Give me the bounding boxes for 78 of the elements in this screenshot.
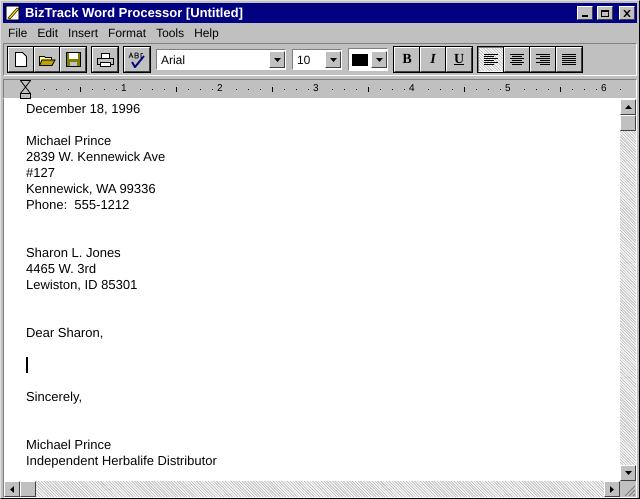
align-left-button[interactable] bbox=[478, 47, 504, 72]
document-line: Phone: 555-1212 bbox=[26, 197, 130, 213]
menu-item[interactable]: Help bbox=[189, 24, 224, 42]
notepad-icon bbox=[5, 5, 21, 21]
down-arrow-icon bbox=[624, 471, 632, 475]
menu-item[interactable]: Format bbox=[103, 24, 152, 42]
align-icon bbox=[562, 54, 576, 65]
align-center-button[interactable] bbox=[504, 47, 530, 72]
align-icon bbox=[536, 54, 550, 65]
dropdown-button[interactable] bbox=[269, 51, 285, 68]
ruler-number: 5 bbox=[505, 82, 511, 96]
menu-item[interactable]: File bbox=[3, 24, 32, 42]
spell-check-icon bbox=[128, 52, 146, 68]
ruler-number: 3 bbox=[313, 82, 319, 96]
close-button[interactable] bbox=[619, 6, 635, 20]
close-icon bbox=[623, 10, 631, 16]
font-dropdown[interactable]: Arial bbox=[156, 49, 286, 70]
ruler-number: 2 bbox=[217, 82, 223, 96]
ruler-number: 1 bbox=[121, 82, 127, 96]
document-line: Dear Sharon, bbox=[26, 325, 104, 341]
document-line: 4465 W. 3rd bbox=[26, 261, 96, 277]
window-title: BizTrack Word Processor [Untitled] bbox=[25, 4, 244, 22]
left-arrow-icon bbox=[10, 486, 14, 492]
menu-item[interactable]: Tools bbox=[151, 24, 190, 42]
document-line: Lewiston, ID 85301 bbox=[26, 277, 138, 293]
text-cursor bbox=[26, 357, 28, 373]
align-icon bbox=[484, 54, 498, 65]
new-button[interactable] bbox=[8, 47, 34, 72]
horizontal-scrollbar[interactable] bbox=[4, 481, 620, 497]
printer-icon bbox=[96, 52, 114, 66]
maximize-icon bbox=[601, 10, 609, 16]
right-arrow-icon bbox=[610, 486, 614, 492]
dropdown-button[interactable] bbox=[371, 51, 387, 68]
align-right-button[interactable] bbox=[530, 47, 556, 72]
maximize-button[interactable] bbox=[597, 6, 613, 20]
align-justify-button[interactable] bbox=[556, 47, 582, 72]
scroll-up-button[interactable] bbox=[620, 99, 636, 115]
document-line: December 18, 1996 bbox=[26, 101, 140, 117]
scroll-thumb[interactable] bbox=[620, 115, 636, 131]
document-line: Michael Prince bbox=[26, 437, 112, 453]
document-line: Sincerely, bbox=[26, 389, 82, 405]
scroll-down-button[interactable] bbox=[620, 465, 636, 481]
caret-icon bbox=[330, 58, 336, 62]
ruler-number: 4 bbox=[409, 82, 415, 96]
combo-value: 10 bbox=[297, 52, 312, 68]
document-line: #127 bbox=[26, 165, 55, 181]
caret-icon bbox=[376, 58, 382, 62]
minimize-button[interactable] bbox=[577, 6, 593, 20]
menu-item[interactable]: Insert bbox=[63, 24, 104, 42]
scroll-right-button[interactable] bbox=[604, 481, 620, 497]
up-arrow-icon bbox=[624, 105, 632, 109]
folder-icon bbox=[38, 53, 56, 66]
scroll-thumb[interactable] bbox=[20, 481, 36, 497]
document-line: Independent Herbalife Distributor bbox=[26, 453, 217, 469]
color-dropdown[interactable] bbox=[348, 48, 388, 71]
align-icon bbox=[510, 54, 524, 65]
underline-button[interactable]: U bbox=[446, 47, 472, 72]
document-line: Kennewick, WA 99336 bbox=[26, 181, 156, 197]
resize-grip-icon[interactable] bbox=[624, 485, 636, 497]
font-size-dropdown[interactable]: 10 bbox=[292, 49, 342, 70]
scroll-left-button[interactable] bbox=[4, 481, 20, 497]
indent-marker-icon bbox=[20, 80, 31, 99]
italic-button[interactable]: I bbox=[420, 47, 446, 72]
caret-icon bbox=[274, 58, 280, 62]
combo-value: Arial bbox=[161, 52, 186, 68]
spell-check-button[interactable] bbox=[124, 47, 150, 72]
document-line: Michael Prince bbox=[26, 133, 112, 149]
dropdown-button[interactable] bbox=[325, 51, 341, 68]
ruler-number: 6 bbox=[601, 82, 607, 96]
page-icon bbox=[15, 52, 27, 67]
open-button[interactable] bbox=[34, 47, 60, 72]
bold-button[interactable]: B bbox=[394, 47, 420, 72]
vertical-scrollbar[interactable] bbox=[620, 99, 636, 481]
document-line: Sharon L. Jones bbox=[26, 245, 121, 261]
print-button[interactable] bbox=[92, 47, 118, 72]
menu-item[interactable]: Edit bbox=[32, 24, 64, 42]
document-line: 2839 W. Kennewick Ave bbox=[26, 149, 166, 165]
save-button[interactable] bbox=[60, 47, 86, 72]
